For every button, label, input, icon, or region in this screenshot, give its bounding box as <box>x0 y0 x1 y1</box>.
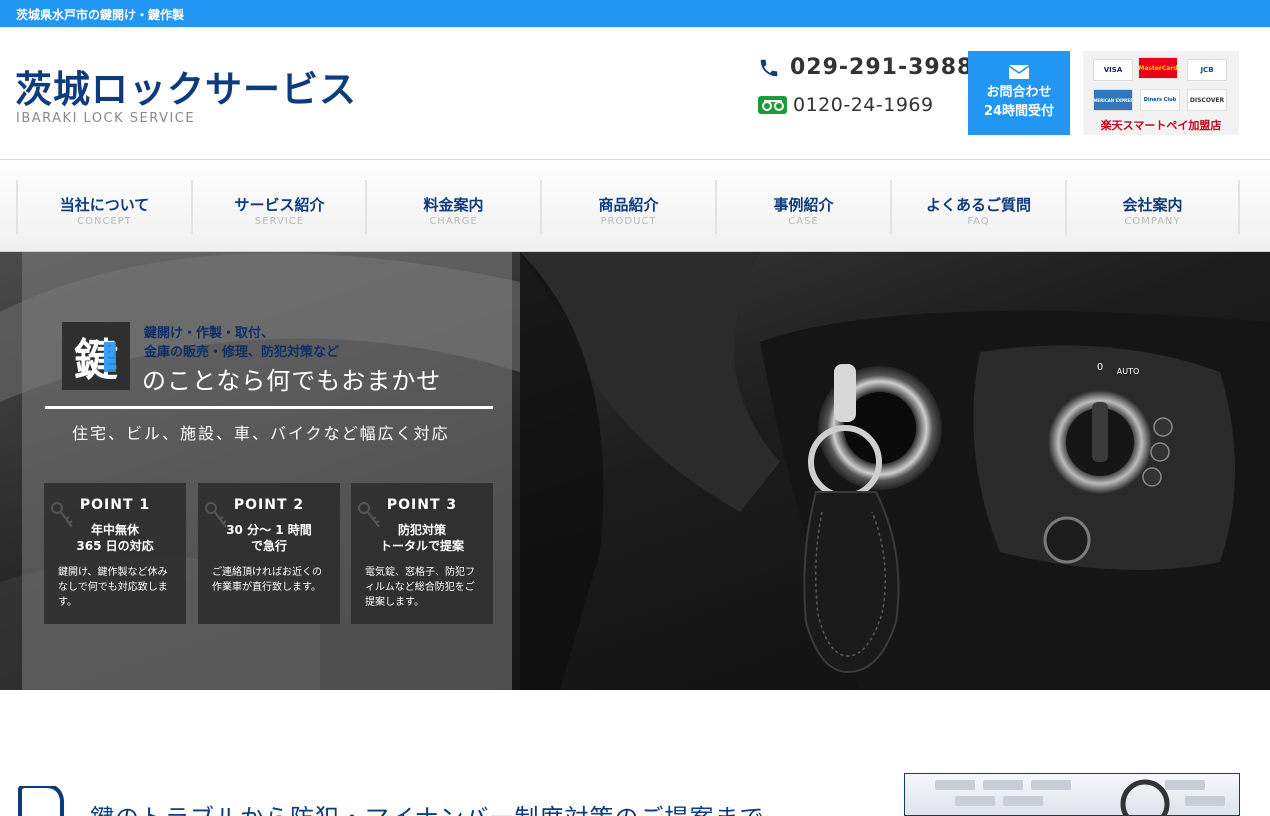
point-heading-2: トータルで提案 <box>379 539 464 553</box>
hero-banner: 0 AUTO 鍵 鍵開け・作製・取付、 金庫の販売・修理、防犯対策など のことな… <box>0 252 1270 690</box>
point-heading-2: で急行 <box>250 539 287 553</box>
nav-item-label: 会社案内 <box>1122 196 1183 214</box>
rakuten-text: 楽天スマートペイ加盟店 <box>1100 119 1222 132</box>
phone-icon <box>760 59 778 76</box>
discover-logo: DISCOVER <box>1187 89 1227 111</box>
freedial[interactable]: 0120-24-1969 <box>758 94 934 116</box>
nav-item-sub: CASE <box>788 216 819 227</box>
contact-button-label: お問合わせ <box>986 85 1052 100</box>
nav-item-label: 料金案内 <box>423 196 484 214</box>
hero-service-list-1: 鍵開け・作製・取付、 <box>144 326 275 341</box>
global-nav: 当社について CONCEPT サービス紹介 SERVICE 料金案内 CHARG… <box>0 159 1270 252</box>
point-body: ご連絡頂ければお近くの作業車が直行致します。 <box>212 567 322 593</box>
point-card-1: POINT 1 年中無休 365 日の対応 鍵開け、鍵作製など休みなしで何でも対… <box>44 483 186 624</box>
nav-item-label: 事例紹介 <box>773 196 834 214</box>
nav-item-sub: COMPANY <box>1124 216 1181 227</box>
section-title: 鍵のトラブルから防犯・マイナンバー制度対策のご提案まで <box>90 798 765 816</box>
hero-divider <box>45 406 493 409</box>
hero-service-list-2: 金庫の販売・修理、防犯対策など <box>144 345 340 360</box>
key-icon <box>358 502 380 528</box>
contact-button-hours: 24時間受付 <box>983 104 1055 119</box>
hero-overlay-panel <box>22 252 512 690</box>
site-logo-subtitle: IBARAKI LOCK SERVICE <box>16 111 196 126</box>
hero-key-mark-icon <box>104 342 116 372</box>
nav-item-sub: FAQ <box>967 216 990 227</box>
hero-tagline: のことなら何でもおまかせ <box>142 367 442 395</box>
keyboard-key-image <box>935 779 1225 815</box>
visa-logo: VISA <box>1093 59 1133 81</box>
freedial-icon <box>758 96 787 114</box>
svg-text:0: 0 <box>1097 362 1103 373</box>
nav-item-sub: CONCEPT <box>77 216 132 227</box>
nav-item-label: よくあるご質問 <box>925 196 1031 214</box>
nav-item-sub: CHARGE <box>429 216 478 227</box>
nav-item-label: 商品紹介 <box>598 196 659 214</box>
payment-cards: VISA MasterCard JCB AMERICAN EXPRESS Din… <box>1083 51 1239 135</box>
key-outline-icon <box>18 786 64 816</box>
nav-item-charge[interactable]: 料金案内 CHARGE <box>365 180 540 234</box>
point-card-3: POINT 3 防犯対策 トータルで提案 電気錠、窓格子、防犯フィルムなど総合防… <box>351 483 493 624</box>
mastercard-logo: MasterCard <box>1138 57 1178 79</box>
section-keyboard-photo <box>904 773 1240 816</box>
nav-item-sub: PRODUCT <box>600 216 657 227</box>
phone-main[interactable]: 029-291-3988 <box>758 55 973 80</box>
point-card-2: POINT 2 30 分～ 1 時間 で急行 ご連絡頂ければお近くの作業車が直行… <box>198 483 340 624</box>
nav-item-case[interactable]: 事例紹介 CASE <box>715 180 890 234</box>
freedial-number: 0120-24-1969 <box>793 94 934 116</box>
point-body: 電気錠、窓格子、防犯フィルムなど総合防犯をご提案します。 <box>365 567 475 608</box>
point-heading-2: 365 日の対応 <box>76 539 154 553</box>
point-body: 鍵開け、鍵作製など休みなしで何でも対応致します。 <box>58 567 168 608</box>
jcb-logo: JCB <box>1187 59 1227 81</box>
mail-icon <box>1009 65 1029 79</box>
top-bar: 茨城県水戸市の鍵開け・鍵作製 <box>0 0 1270 27</box>
nav-item-concept[interactable]: 当社について CONCEPT <box>16 180 191 234</box>
nav-item-label: サービス紹介 <box>234 196 325 214</box>
nav-item-label: 当社について <box>59 196 150 214</box>
nav-item-product[interactable]: 商品紹介 PRODUCT <box>540 180 715 234</box>
nav-item-company[interactable]: 会社案内 COMPANY <box>1065 180 1240 234</box>
diners-logo: Diners Club <box>1140 89 1180 111</box>
key-icon <box>205 502 227 528</box>
nav-item-sub: SERVICE <box>254 216 305 227</box>
key-icon <box>51 502 73 528</box>
nav-item-faq[interactable]: よくあるご質問 FAQ <box>890 180 1065 234</box>
top-bar-text: 茨城県水戸市の鍵開け・鍵作製 <box>16 8 185 22</box>
amex-logo: AMERICAN EXPRESS <box>1093 89 1133 111</box>
hero-scope-text: 住宅、ビル、施設、車、バイクなど幅広く対応 <box>72 424 450 443</box>
site-header: 茨城ロックサービス IBARAKI LOCK SERVICE 029-291-3… <box>0 27 1270 159</box>
nav-item-service[interactable]: サービス紹介 SERVICE <box>191 180 366 234</box>
site-logo[interactable]: 茨城ロックサービス <box>15 59 357 113</box>
phone-number: 029-291-3988 <box>790 55 974 80</box>
hero-kanji-badge: 鍵 <box>62 322 130 390</box>
contact-button[interactable]: お問合わせ 24時間受付 <box>968 51 1070 135</box>
svg-text:AUTO: AUTO <box>1117 367 1140 376</box>
